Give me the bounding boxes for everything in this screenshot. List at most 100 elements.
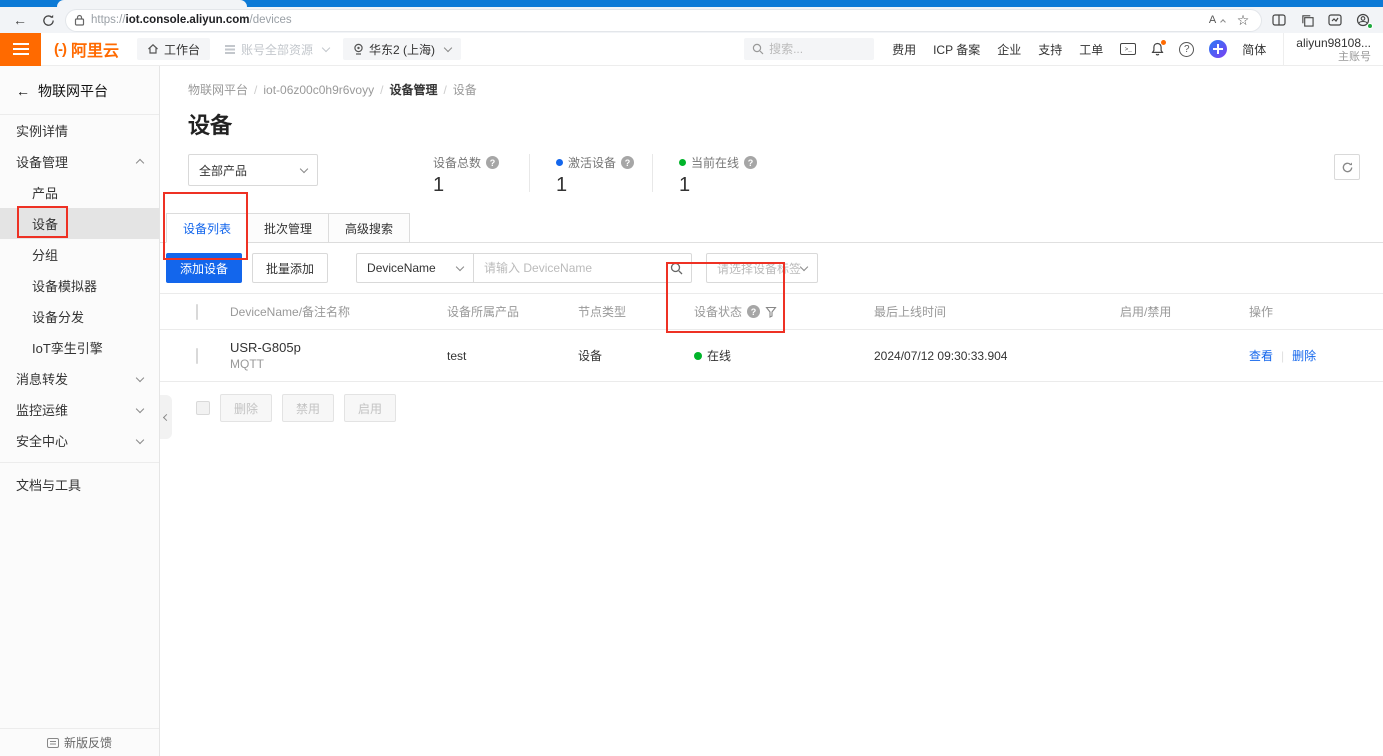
intl-globe-icon[interactable] [1209, 40, 1227, 58]
device-status: 在线 [707, 347, 731, 364]
account-resources-dropdown[interactable]: 账号全部资源 [224, 41, 329, 58]
hamburger-menu-button[interactable] [0, 33, 41, 66]
sidebar-item-products[interactable]: 产品 [0, 177, 159, 208]
batch-add-button[interactable]: 批量添加 [252, 253, 328, 283]
sidebar-item-device-distribution[interactable]: 设备分发 [0, 301, 159, 332]
refresh-icon[interactable] [38, 10, 58, 30]
sidebar-title: 物联网平台 [38, 81, 108, 101]
account-name: aliyun98108... [1296, 36, 1371, 51]
back-arrow-icon: ← [16, 83, 30, 99]
tab-device-list[interactable]: 设备列表 [166, 213, 248, 243]
read-aloud-icon[interactable]: A [1207, 10, 1227, 30]
add-device-button[interactable]: 添加设备 [166, 253, 242, 283]
select-all-checkbox[interactable] [196, 304, 198, 320]
notification-bell-icon[interactable] [1151, 42, 1164, 56]
device-toolbar: 添加设备 批量添加 DeviceName 请选择设备标签 [160, 243, 1383, 293]
sidebar-item-device-simulator[interactable]: 设备模拟器 [0, 270, 159, 301]
sidebar-item-monitoring-ops[interactable]: 监控运维 [0, 394, 159, 425]
feedback-icon [47, 738, 59, 748]
delete-link[interactable]: 删除 [1292, 349, 1316, 363]
sidebar-item-message-forwarding[interactable]: 消息转发 [0, 363, 159, 394]
bulk-enable-button[interactable]: 启用 [344, 394, 396, 422]
breadcrumb-device-management[interactable]: 设备管理 [389, 83, 437, 97]
help-icon[interactable]: ? [621, 156, 634, 169]
chevron-down-icon [136, 404, 144, 412]
search-icon[interactable] [670, 262, 683, 275]
search-icon [752, 43, 764, 55]
breadcrumb-iot-platform[interactable]: 物联网平台 [188, 83, 248, 97]
filter-funnel-icon[interactable] [765, 306, 777, 318]
sidebar-back-header[interactable]: ← 物联网平台 [0, 66, 159, 115]
bulk-delete-button[interactable]: 删除 [220, 394, 272, 422]
stat-online-devices: 当前在线? 1 [679, 154, 775, 197]
row-checkbox[interactable] [196, 348, 198, 364]
bulk-disable-button[interactable]: 禁用 [282, 394, 334, 422]
bulk-select-checkbox[interactable] [196, 401, 210, 415]
nav-link-tickets[interactable]: 工单 [1079, 41, 1103, 58]
column-device-name: DeviceName/备注名称 [230, 303, 447, 320]
language-toggle[interactable]: 简体 [1242, 41, 1266, 58]
column-product: 设备所属产品 [447, 303, 578, 320]
breadcrumb-instance[interactable]: iot-06z00c0h9r6voyy [263, 83, 374, 97]
back-icon[interactable]: ← [10, 10, 30, 30]
tab-batch-management[interactable]: 批次管理 [247, 213, 329, 243]
header-search-input[interactable] [769, 42, 859, 56]
browser-profile-icon[interactable] [1353, 10, 1373, 30]
aliyun-logo[interactable]: (-) 阿里云 [41, 37, 137, 61]
tab-advanced-search[interactable]: 高级搜索 [328, 213, 410, 243]
region-dropdown[interactable]: 华东2 (上海) [343, 38, 461, 60]
sidebar-item-iot-twin-engine[interactable]: IoT孪生引擎 [0, 332, 159, 363]
cloudshell-icon[interactable]: >_ [1120, 43, 1136, 55]
sidebar-item-security-center[interactable]: 安全中心 [0, 425, 159, 456]
search-key-select[interactable]: DeviceName [356, 253, 474, 283]
help-icon[interactable]: ? [1179, 42, 1194, 57]
chevron-down-icon [444, 44, 452, 52]
column-last-online: 最后上线时间 [874, 303, 1120, 320]
column-actions: 操作 [1249, 303, 1383, 320]
device-search-input[interactable] [484, 261, 670, 275]
browser-essentials-icon[interactable] [1325, 10, 1345, 30]
stat-total-value: 1 [433, 174, 529, 197]
browser-active-tab[interactable] [57, 0, 247, 7]
refresh-button[interactable] [1334, 154, 1360, 180]
help-icon[interactable]: ? [486, 156, 499, 169]
address-bar[interactable]: https://iot.console.aliyun.com/devices A… [66, 10, 1261, 31]
nav-link-billing[interactable]: 费用 [892, 41, 916, 58]
nav-link-icp[interactable]: ICP 备案 [933, 41, 980, 58]
online-status-dot [694, 352, 702, 360]
page-title: 设备 [160, 98, 1383, 140]
device-tag-placeholder: 请选择设备标签 [717, 260, 801, 277]
device-search-box [474, 253, 692, 283]
browser-tab-strip [0, 0, 1383, 7]
product-filter-select[interactable]: 全部产品 [188, 154, 318, 186]
view-link[interactable]: 查看 [1249, 349, 1273, 363]
feedback-button[interactable]: 新版反馈 [0, 728, 159, 756]
device-node-type: 设备 [578, 347, 694, 364]
sidebar-item-device-management[interactable]: 设备管理 [0, 146, 159, 177]
resources-grid-icon [224, 44, 236, 55]
nav-link-support[interactable]: 支持 [1038, 41, 1062, 58]
header-search-box[interactable] [744, 38, 874, 60]
workbench-button[interactable]: 工作台 [137, 38, 210, 60]
account-menu[interactable]: aliyun98108... 主账号 [1283, 33, 1383, 66]
device-name-link[interactable]: USR-G805p [230, 340, 447, 355]
device-last-online: 2024/07/12 09:30:33.904 [874, 349, 1120, 363]
device-tag-select[interactable]: 请选择设备标签 [706, 253, 818, 283]
sidebar-collapse-handle[interactable] [160, 395, 172, 439]
split-screen-icon[interactable] [1269, 10, 1289, 30]
nav-link-enterprise[interactable]: 企业 [997, 41, 1021, 58]
aliyun-logo-mark: (-) [54, 41, 66, 58]
collections-icon[interactable] [1297, 10, 1317, 30]
sidebar-item-devices[interactable]: 设备 [0, 208, 159, 239]
sidebar-item-instance-details[interactable]: 实例详情 [0, 115, 159, 146]
sidebar-item-groups[interactable]: 分组 [0, 239, 159, 270]
location-icon [353, 43, 364, 56]
column-node-type: 节点类型 [578, 303, 694, 320]
chevron-down-icon [300, 165, 308, 173]
tab-bar: 设备列表 批次管理 高级搜索 [160, 213, 1383, 243]
sidebar-item-docs-tools[interactable]: 文档与工具 [0, 469, 159, 500]
help-icon[interactable]: ? [747, 305, 760, 318]
help-icon[interactable]: ? [744, 156, 757, 169]
favorite-star-icon[interactable]: ☆ [1233, 10, 1253, 30]
bulk-action-bar: 删除 禁用 启用 [160, 382, 1383, 422]
